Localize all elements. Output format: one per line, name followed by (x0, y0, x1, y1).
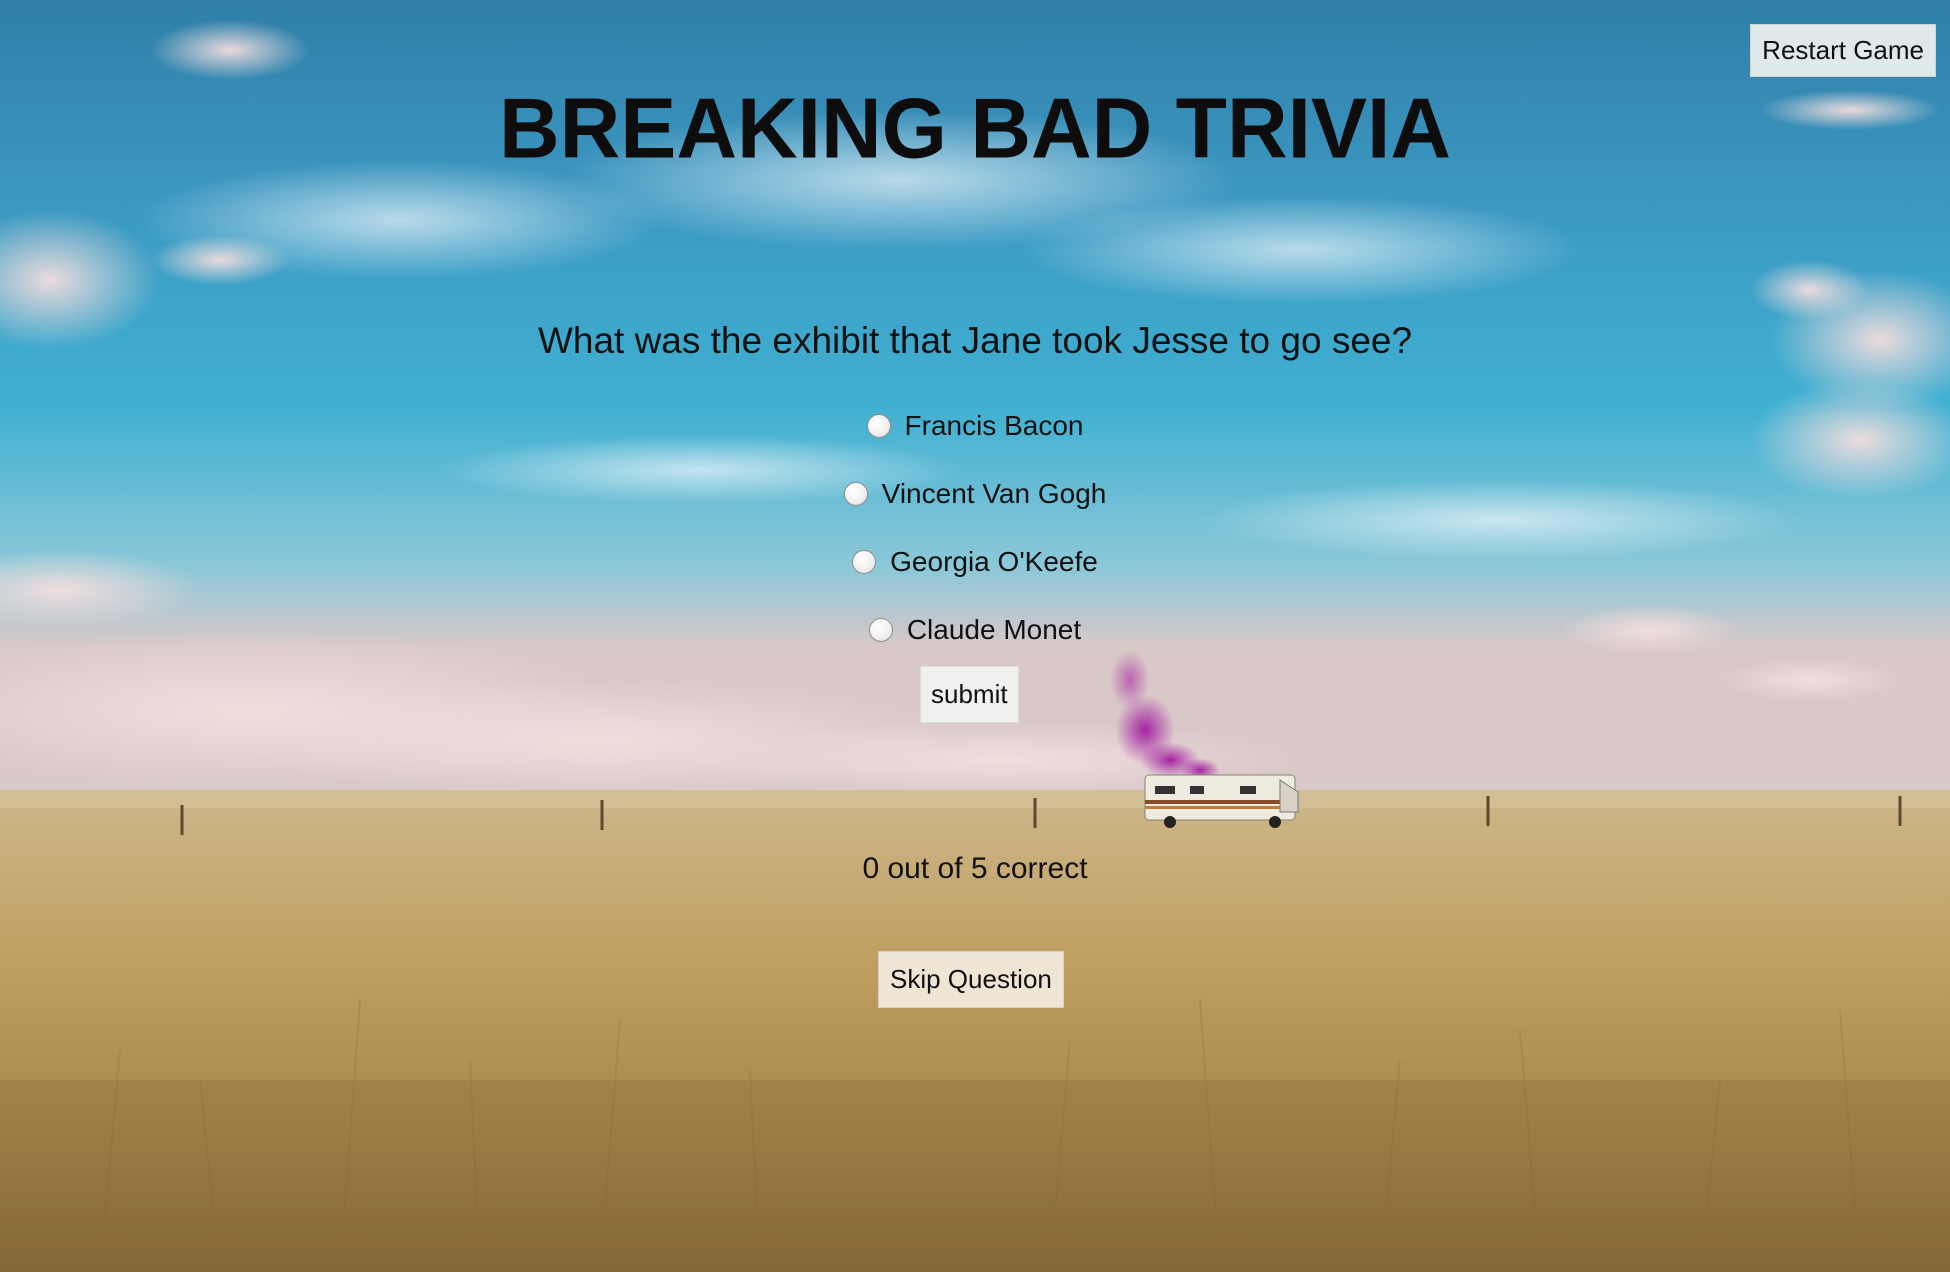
score-text: 0 out of 5 correct (862, 852, 1088, 885)
answer-option-claude-monet[interactable]: Claude Monet (0, 596, 1950, 664)
radio-button[interactable] (868, 618, 893, 642)
rv-icon (1144, 774, 1299, 828)
question-text: What was the exhibit that Jane took Jess… (537, 320, 1413, 361)
answer-options: Francis Bacon Vincent Van Gogh Georgia O… (0, 392, 1950, 664)
answer-option-vincent-van-gogh[interactable]: Vincent Van Gogh (0, 460, 1950, 528)
answer-option-georgia-okeefe[interactable]: Georgia O'Keefe (0, 528, 1950, 596)
radio-button[interactable] (866, 414, 891, 438)
answer-option-label: Georgia O'Keefe (890, 546, 1098, 577)
answer-option-label: Francis Bacon (904, 410, 1084, 441)
answer-option-label: Vincent Van Gogh (881, 478, 1107, 509)
radio-button[interactable] (843, 482, 868, 506)
answer-option-francis-bacon[interactable]: Francis Bacon (0, 392, 1950, 460)
skip-question-button[interactable]: Skip Question (878, 951, 1064, 1009)
answer-option-label: Claude Monet (906, 614, 1082, 645)
submit-button[interactable]: submit (920, 666, 1019, 724)
page-title: BREAKING BAD TRIVIA (498, 80, 1451, 176)
restart-game-button[interactable]: Restart Game (1750, 24, 1936, 78)
radio-button[interactable] (852, 550, 877, 574)
